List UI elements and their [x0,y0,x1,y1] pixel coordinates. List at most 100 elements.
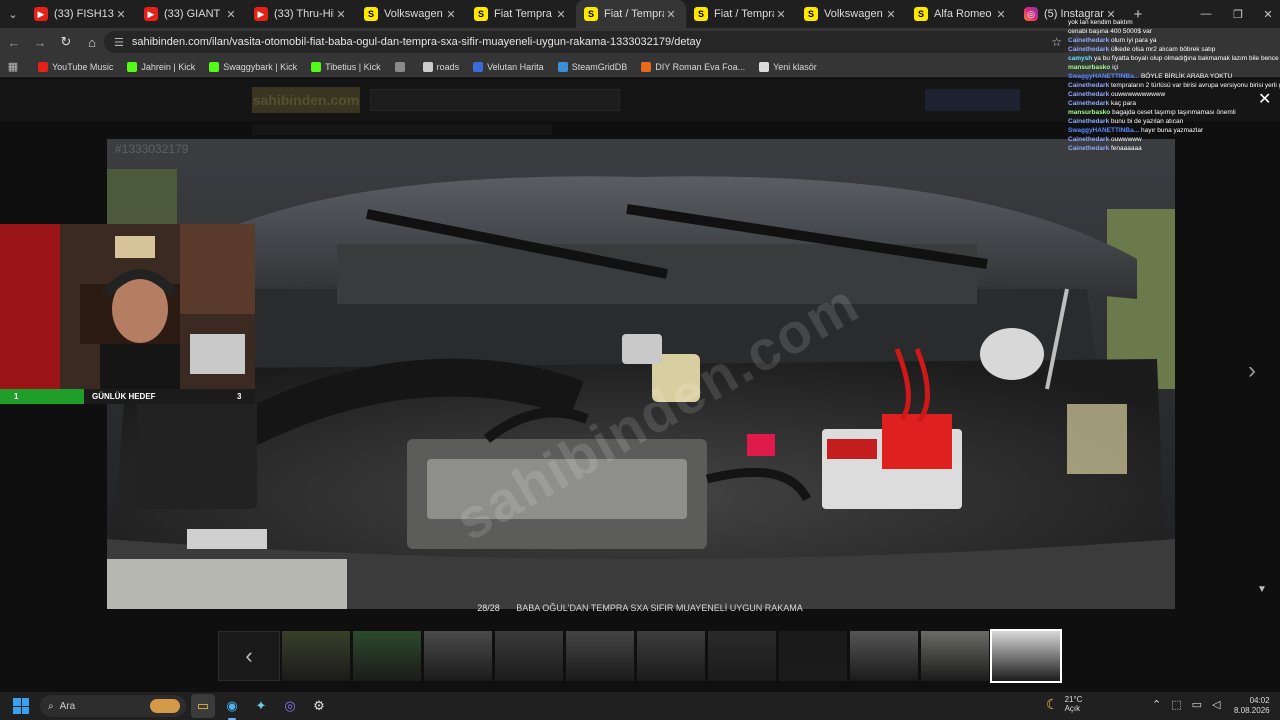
tab-close-icon[interactable]: ✕ [884,8,898,21]
gallery-thumbnail[interactable] [282,631,350,681]
chrome-icon[interactable]: ◉ [220,694,244,720]
chat-text: cenabi başına 400 5000$ var [1068,28,1152,35]
gallery-thumbnail[interactable] [566,631,634,681]
tab-close-icon[interactable]: ✕ [444,8,458,21]
tray-app-icon[interactable]: ⬚ [1171,698,1181,711]
bookmark-label: DIY Roman Eva Foa... [655,61,746,72]
tab-0[interactable]: ▶ (33) FISH13 BALIK✕ [26,0,136,28]
site-header-button[interactable] [925,89,1020,111]
gallery-thumbnail[interactable] [850,631,918,681]
bookmark-label: YouTube Music [52,61,114,72]
chat-username: camysh [1068,55,1093,62]
youtube-music-icon [38,61,48,72]
photo-caption-text: BABA OĞUL'DAN TEMPRA SXA SIFIR MUAYENELİ… [516,603,803,613]
chat-username: mansurbasko [1068,64,1111,71]
gallery-thumbnail[interactable] [779,631,847,681]
bookmark-item[interactable]: roads [422,61,460,72]
tab-5[interactable]: S Fiat / Tempra / 1.6✕ [576,0,686,28]
gallery-thumbnail[interactable] [424,631,492,681]
tab-4[interactable]: S Fiat Tempra 1.6 SX✕ [466,0,576,28]
scroll-down-arrow-icon[interactable]: ▼ [1257,584,1267,595]
chat-message: yok lan kendim baktım [1068,18,1280,27]
site-logo[interactable]: sahibinden.com [252,87,360,113]
site-info-icon[interactable]: ☰ [114,36,124,49]
tab-title: (33) FISH13 BALIK [54,8,114,20]
bookmark-item[interactable]: Tibetius | Kick [311,61,381,72]
gallery-thumbnail[interactable] [495,631,563,681]
sahibinden-icon: S [584,7,598,21]
volume-icon[interactable]: ◁ [1212,698,1220,711]
tab-close-icon[interactable]: ✕ [554,8,568,21]
tab-6[interactable]: S Fiat / Tempra / 1.6✕ [686,0,796,28]
forward-icon[interactable]: → [28,30,52,54]
bookmark-item[interactable]: Yeni klasör [759,61,817,72]
chat-message: camysh ya bu fiyatta boyalı olup olmadığ… [1068,54,1280,63]
streamer-webcam-image [0,224,255,389]
tab-1[interactable]: ▶ (33) GIANT LUXURY✕ [136,0,246,28]
chat-text: ouwwwwwwwwww [1111,91,1166,98]
tab-2[interactable]: ▶ (33) Thru-Hiking✕ [246,0,356,28]
tab-close-icon[interactable]: ✕ [114,8,128,21]
bookmark-item[interactable]: Jahrein | Kick [127,61,196,72]
chat-text: bunu bi de yazılan atıcan [1111,118,1184,125]
site-search-input[interactable] [370,89,620,111]
steam-icon[interactable]: ⚙ [307,694,331,718]
discord-icon[interactable]: ◎ [278,694,302,718]
bookmark-label: roads [436,61,460,72]
tab-title: Fiat / Tempra / 1.6 [714,8,774,20]
file-explorer-icon[interactable]: ▭ [191,694,215,718]
taskbar: ⌕ Ara ▭ ◉ ✦ ◎ ⚙ ☾ 21°C Açık ⌃ ⬚ ▭ ◁ 04:0… [0,692,1280,720]
thumbnail-strip: ‹ [218,629,1063,683]
bookmark-label: Tibetius | Kick [325,61,381,72]
kick-icon [209,61,220,72]
tab-close-icon[interactable]: ✕ [664,8,678,21]
bookmark-item[interactable]: YouTube Music [38,61,114,72]
tab-close-icon[interactable]: ✕ [994,8,1008,21]
chat-message: SwaggyHANETTINBa... hayır buna yazmazlar [1068,126,1280,135]
chat-text: yok lan kendim baktım [1068,19,1133,26]
gallery-photo[interactable] [107,139,1175,609]
bookmark-item[interactable] [394,61,409,72]
tab-7[interactable]: S Volkswagen / Golf✕ [796,0,906,28]
tray-chevron-icon[interactable]: ⌃ [1152,698,1161,711]
bookmark-item[interactable]: Velutan Harita [473,61,544,72]
map-icon [473,61,484,72]
tab-close-icon[interactable]: ✕ [334,8,348,21]
chat-text: ouwwwww [1111,136,1142,143]
taskbar-search[interactable]: ⌕ Ara [40,695,186,717]
apps-grid-icon[interactable]: ▦ [0,60,26,73]
instagram-icon: ◎ [1024,7,1038,21]
tab-3[interactable]: S Volkswagen / Golf✕ [356,0,466,28]
gallery-thumbnail[interactable] [921,631,989,681]
reload-icon[interactable]: ↻ [54,30,78,54]
bookmark-star-icon[interactable]: ☆ [1051,35,1062,49]
windows-start-icon[interactable] [10,695,32,717]
tab-close-icon[interactable]: ✕ [774,8,788,21]
bookmark-label: Jahrein | Kick [141,61,196,72]
thumbnails-prev-icon[interactable]: ‹ [218,631,280,681]
gallery-thumbnail[interactable] [353,631,421,681]
url-field[interactable]: ☰ sahibinden.com/ilan/vasita-otomobil-fi… [104,31,1074,53]
tab-search-icon[interactable]: ⌄ [0,0,26,28]
app-icon[interactable]: ✦ [249,694,273,718]
bookmark-item[interactable]: SteamGridDB [557,61,627,72]
home-icon[interactable]: ⌂ [80,30,104,54]
bookmark-item[interactable]: Swaggybark | Kick [209,61,297,72]
gallery-thumbnail[interactable] [990,629,1062,683]
gallery-thumbnail[interactable] [637,631,705,681]
next-photo-arrow-icon[interactable]: › [1248,357,1256,385]
goal-label: GÜNLÜK HEDEF [92,392,156,401]
tab-close-icon[interactable]: ✕ [224,8,238,21]
chat-message: mansurbasko içi [1068,63,1280,72]
network-icon[interactable]: ▭ [1192,698,1202,711]
back-icon[interactable]: ← [2,30,26,54]
search-icon: ⌕ [48,700,54,712]
moon-icon: ☾ [1046,695,1059,712]
bookmark-item[interactable]: DIY Roman Eva Foa... [641,61,746,72]
lightbox-close-icon[interactable]: ✕ [1258,89,1271,109]
weather-widget[interactable]: ☾ 21°C Açık [1046,695,1082,713]
weather-desc: Açık [1064,704,1081,713]
taskbar-clock[interactable]: 04:02 8.08.2026 [1234,696,1270,716]
tab-8[interactable]: S Alfa Romeo / 145✕ [906,0,1016,28]
gallery-thumbnail[interactable] [708,631,776,681]
